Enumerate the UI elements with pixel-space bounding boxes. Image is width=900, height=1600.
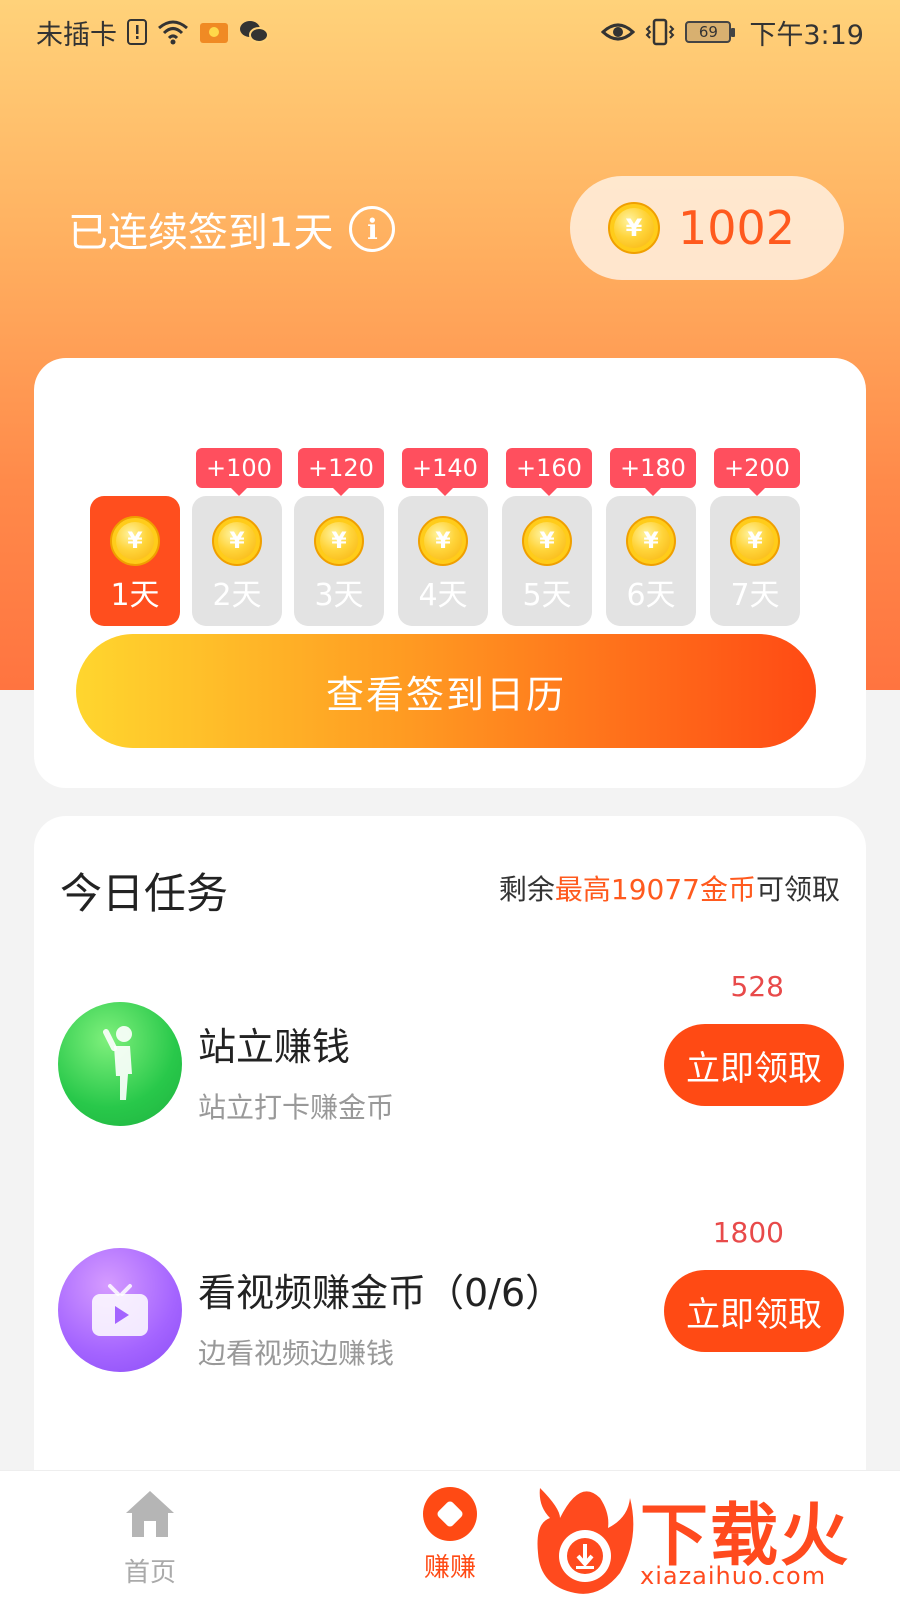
tab-home-label: 首页 [123,1558,176,1588]
vibrate-icon [645,18,675,46]
bonus-badge: +120 [298,448,384,496]
task-description: 边看视频边赚钱 [198,1337,395,1370]
bonus-badge: +160 [506,448,592,496]
task-reward: 1800 [712,1216,784,1249]
tab-home[interactable]: 首页 [80,1487,220,1589]
watermark-logo: 下载火 xiazaihuo.com [530,1470,900,1600]
signin-card: ¥ 1天 +100 ¥ 2天 +120 ¥ 3天 +140 ¥ 4天 +160 … [34,358,866,788]
tasks-title: 今日任务 [60,869,229,918]
streak-text: 已连续签到1天 [68,210,334,256]
daily-tasks-card: 今日任务 剩余最高19077金币可领取 站立赚钱 站立打卡赚金币 528 立即领… [34,816,866,1516]
coin-icon: ¥ [212,516,262,566]
signin-days: ¥ 1天 +100 ¥ 2天 +120 ¥ 3天 +140 ¥ 4天 +160 … [90,402,810,626]
remaining-suffix: 可领取 [755,873,840,906]
wechat-icon [239,19,269,45]
carrier-text: 未插卡 [36,19,117,51]
task-name: 看视频赚金币（0/6） [198,1271,564,1315]
sim-alert-icon [127,19,147,45]
tasks-remaining: 剩余最高19077金币可领取 [499,868,840,908]
signin-day-2[interactable]: ¥ 2天 [192,496,282,626]
task-description: 站立打卡赚金币 [198,1091,395,1124]
streak-row: 已连续签到1天 i [68,200,396,258]
task-item: 看视频赚金币（0/6） 边看视频边赚钱 1800 立即领取 [34,1216,866,1418]
remaining-highlight: 最高19077金币 [554,873,756,906]
wifi-icon [157,19,189,45]
signin-day-1[interactable]: ¥ 1天 [90,496,180,626]
tv-play-icon [58,1248,182,1372]
signin-day-3[interactable]: ¥ 3天 [294,496,384,626]
coin-icon: ¥ [418,516,468,566]
watermark-url: xiazaihuo.com [640,1562,827,1590]
day-label: 1天 [110,578,160,613]
info-icon[interactable]: i [349,206,396,252]
tab-earn-label: 赚赚 [423,1553,476,1583]
day-label: 5天 [522,578,572,613]
bonus-badge: +140 [402,448,488,496]
standing-person-icon [58,1002,182,1126]
day-label: 2天 [212,578,262,613]
day-label: 4天 [418,578,468,613]
coin-icon: ¥ [608,202,660,254]
signin-day-4[interactable]: ¥ 4天 [398,496,488,626]
tab-earn[interactable]: 赚赚 [380,1487,520,1584]
signin-day-5[interactable]: ¥ 5天 [502,496,592,626]
day-label: 7天 [730,578,780,613]
day-label: 3天 [314,578,364,613]
coin-icon: ¥ [730,516,780,566]
flame-logo-icon [537,1488,634,1594]
clock-text: 下午3:19 [749,19,864,51]
battery-indicator: 69 [685,21,736,43]
coin-balance[interactable]: ¥ 1002 [570,176,844,280]
signin-day-6[interactable]: ¥ 6天 [606,496,696,626]
claim-button[interactable]: 立即领取 [664,1024,844,1106]
notification-app-icon [199,19,229,45]
bonus-badge: +100 [196,448,282,496]
remaining-prefix: 剩余 [498,873,555,906]
task-name: 站立赚钱 [198,1025,351,1069]
bonus-badge: +180 [610,448,696,496]
coin-icon: ¥ [314,516,364,566]
home-icon [122,1487,178,1546]
view-calendar-button[interactable]: 查看签到日历 [76,634,816,748]
coin-icon: ¥ [110,516,160,566]
task-reward: 528 [730,970,784,1003]
balance-value: 1002 [678,201,796,255]
coin-icon: ¥ [522,516,572,566]
day-label: 6天 [626,578,676,613]
status-bar: 未插卡 69 下午3:19 [0,0,900,64]
claim-button[interactable]: 立即领取 [664,1270,844,1352]
earn-icon [423,1487,477,1541]
coin-icon: ¥ [626,516,676,566]
signin-day-7[interactable]: ¥ 7天 [710,496,800,626]
bonus-badge: +200 [714,448,800,496]
eye-comfort-icon [601,20,636,44]
task-item: 站立赚钱 站立打卡赚金币 528 立即领取 [34,970,866,1172]
